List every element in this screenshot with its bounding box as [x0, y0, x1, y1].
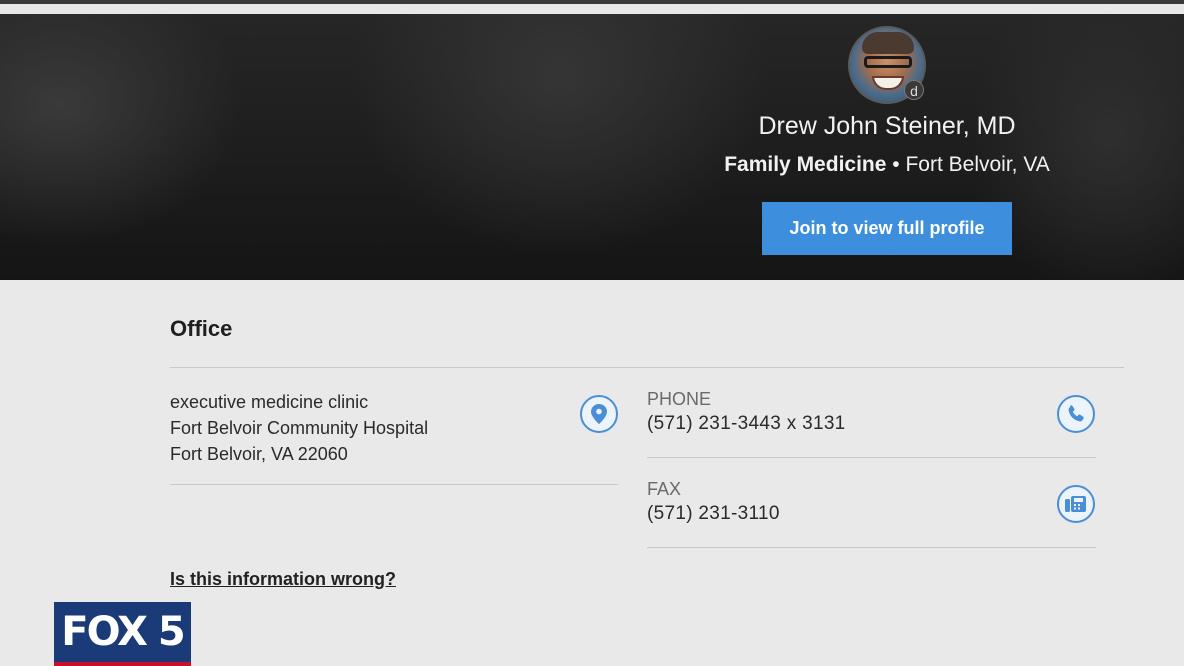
doctor-name: Drew John Steiner, MD [758, 112, 1016, 140]
avatar-glasses [864, 56, 912, 68]
fax-number: (571) 231-3110 [647, 503, 780, 524]
location: Fort Belvoir, VA [905, 153, 1050, 176]
fox5-logo-text: FOX 5 [61, 609, 185, 655]
fax-icon[interactable] [1057, 485, 1095, 523]
phone-label: PHONE [647, 389, 712, 409]
avatar-badge-icon: d [904, 80, 924, 100]
address-line: Fort Belvoir Community Hospital [170, 418, 429, 438]
office-address: executive medicine clinic Fort Belvoir C… [170, 389, 428, 467]
phone-icon[interactable] [1057, 395, 1095, 433]
office-heading: Office [170, 316, 233, 341]
map-pin-icon[interactable] [580, 395, 618, 433]
address-line: Fort Belvoir, VA 22060 [170, 444, 348, 464]
avatar-hair [862, 32, 914, 54]
avatar-smile [872, 76, 904, 90]
divider [647, 547, 1096, 548]
divider [170, 484, 618, 485]
report-wrong-info-link[interactable]: Is this information wrong? [170, 569, 396, 590]
subtitle-separator: • [892, 153, 900, 176]
join-to-view-profile-button[interactable]: Join to view full profile [762, 202, 1012, 255]
fox5-watermark-logo: FOX 5 [54, 602, 191, 666]
fax-label: FAX [647, 479, 682, 499]
divider [647, 457, 1096, 458]
address-line: executive medicine clinic [170, 392, 369, 412]
phone-number: (571) 231-3443 x 3131 [647, 413, 846, 434]
doctor-subtitle: Family Medicine • Fort Belvoir, VA [690, 153, 1084, 177]
top-bar [0, 0, 1184, 14]
specialty: Family Medicine [724, 153, 887, 176]
divider [170, 367, 1124, 368]
